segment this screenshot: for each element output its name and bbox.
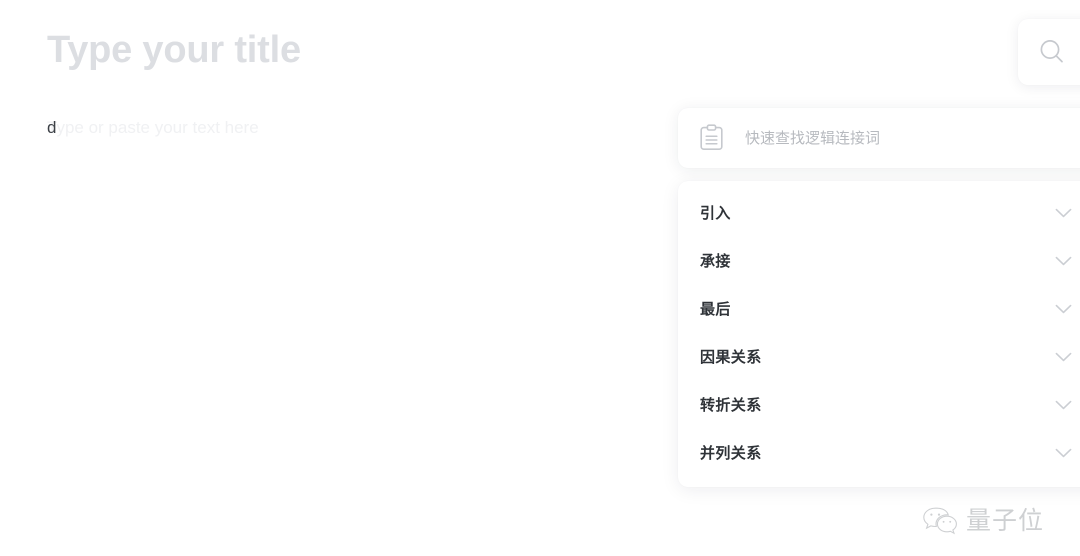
watermark: 量子位 bbox=[921, 505, 1044, 535]
list-item-adversative[interactable]: 转折关系 bbox=[678, 381, 1080, 429]
chevron-down-icon[interactable] bbox=[1055, 304, 1072, 314]
title-placeholder[interactable]: Type your title bbox=[47, 25, 301, 75]
chevron-down-icon[interactable] bbox=[1055, 448, 1072, 458]
connective-category-list: 引入 承接 最后 因果关系 转折关系 并列关系 bbox=[678, 181, 1080, 487]
list-item-label: 承接 bbox=[700, 252, 731, 270]
body-typed-text[interactable]: d bbox=[47, 114, 56, 142]
list-item-continuation[interactable]: 承接 bbox=[678, 237, 1080, 285]
list-item-final[interactable]: 最后 bbox=[678, 285, 1080, 333]
list-item-label: 转折关系 bbox=[700, 396, 762, 414]
clipboard-icon bbox=[700, 124, 723, 151]
panel-search-input[interactable] bbox=[745, 129, 1065, 147]
list-item-intro[interactable]: 引入 bbox=[678, 189, 1080, 237]
chevron-down-icon[interactable] bbox=[1055, 400, 1072, 410]
list-item-coordinate[interactable]: 并列关系 bbox=[678, 429, 1080, 477]
search-toggle-button[interactable] bbox=[1018, 19, 1080, 85]
wechat-logo-icon bbox=[923, 507, 957, 535]
logic-connectives-panel: 引入 承接 最后 因果关系 bbox=[678, 100, 1080, 495]
list-item-label: 并列关系 bbox=[700, 444, 762, 462]
watermark-text: 量子位 bbox=[966, 505, 1045, 535]
list-item-label: 因果关系 bbox=[700, 348, 762, 366]
body-placeholder: Type or paste your text here bbox=[47, 118, 259, 137]
app-root: Type your title Type or paste your text … bbox=[0, 0, 1080, 556]
list-item-label: 最后 bbox=[700, 300, 731, 318]
chevron-down-icon[interactable] bbox=[1055, 352, 1072, 362]
chevron-down-icon[interactable] bbox=[1055, 208, 1072, 218]
panel-search-card[interactable] bbox=[678, 108, 1080, 168]
document-editor[interactable]: Type your title Type or paste your text … bbox=[0, 0, 700, 556]
search-icon bbox=[1040, 40, 1063, 63]
list-item-label: 引入 bbox=[700, 204, 731, 222]
chevron-down-icon[interactable] bbox=[1055, 256, 1072, 266]
list-item-causal[interactable]: 因果关系 bbox=[678, 333, 1080, 381]
